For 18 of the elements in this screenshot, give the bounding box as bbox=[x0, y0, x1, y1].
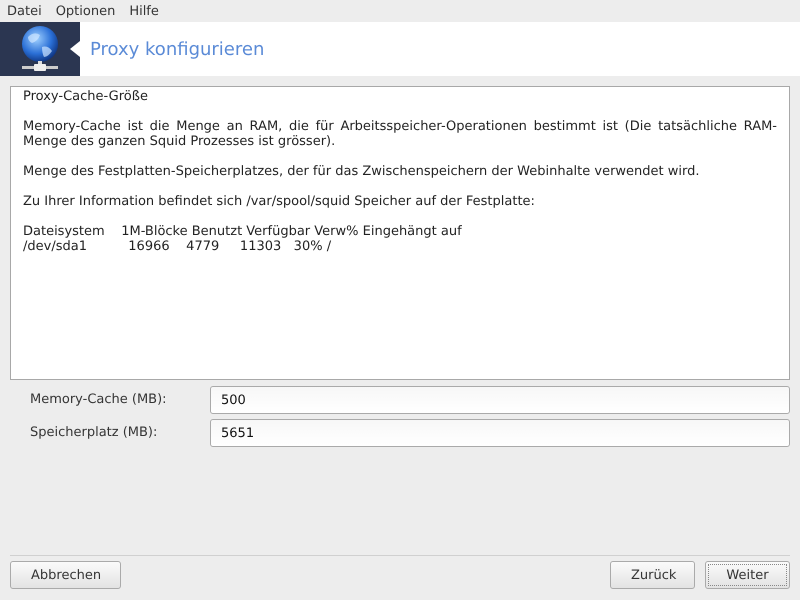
field-label: Memory-Cache (MB): bbox=[30, 391, 168, 409]
input-field[interactable]: 500 bbox=[210, 386, 790, 414]
menu-item[interactable]: Optionen bbox=[56, 4, 116, 18]
input-field[interactable]: 5651 bbox=[210, 419, 790, 447]
pointer-notch bbox=[70, 41, 80, 57]
dialog-button[interactable]: Weiter bbox=[705, 561, 790, 589]
dialog-button[interactable]: Zurück bbox=[610, 561, 695, 589]
window-title: Proxy konfigurieren bbox=[90, 38, 264, 60]
info-heading: Proxy-Cache-Größe bbox=[23, 89, 149, 104]
dialog-button[interactable]: Abbrechen bbox=[10, 561, 121, 589]
info-text: Menge des Festplatten-Speicherplatzes, der für das Zwischenspeichern der Webinhalte verwendet wird. bbox=[23, 164, 701, 179]
disk-usage-line: Dateisystem 1M-Blöcke Benutzt Verfügbar Verw% Eingehängt auf bbox=[23, 224, 463, 239]
menu-item[interactable]: Hilfe bbox=[129, 4, 159, 18]
disk-usage-line: /dev/sda1 16966 4779 11303 30% / bbox=[23, 239, 332, 254]
field-label: Speicherplatz (MB): bbox=[30, 424, 158, 442]
info-text: Memory-Cache ist die Menge an RAM, die für Arbeitsspeicher-Operationen bestimmt ist (Die tatsächliche RAM-Menge des ganzen Squid Prozesses ist grösser). bbox=[23, 119, 777, 149]
info-text: Zu Ihrer Information befindet sich /var/spool/squid Speicher auf der Festplatte: bbox=[23, 194, 536, 209]
menu-item[interactable]: Datei bbox=[7, 4, 42, 18]
